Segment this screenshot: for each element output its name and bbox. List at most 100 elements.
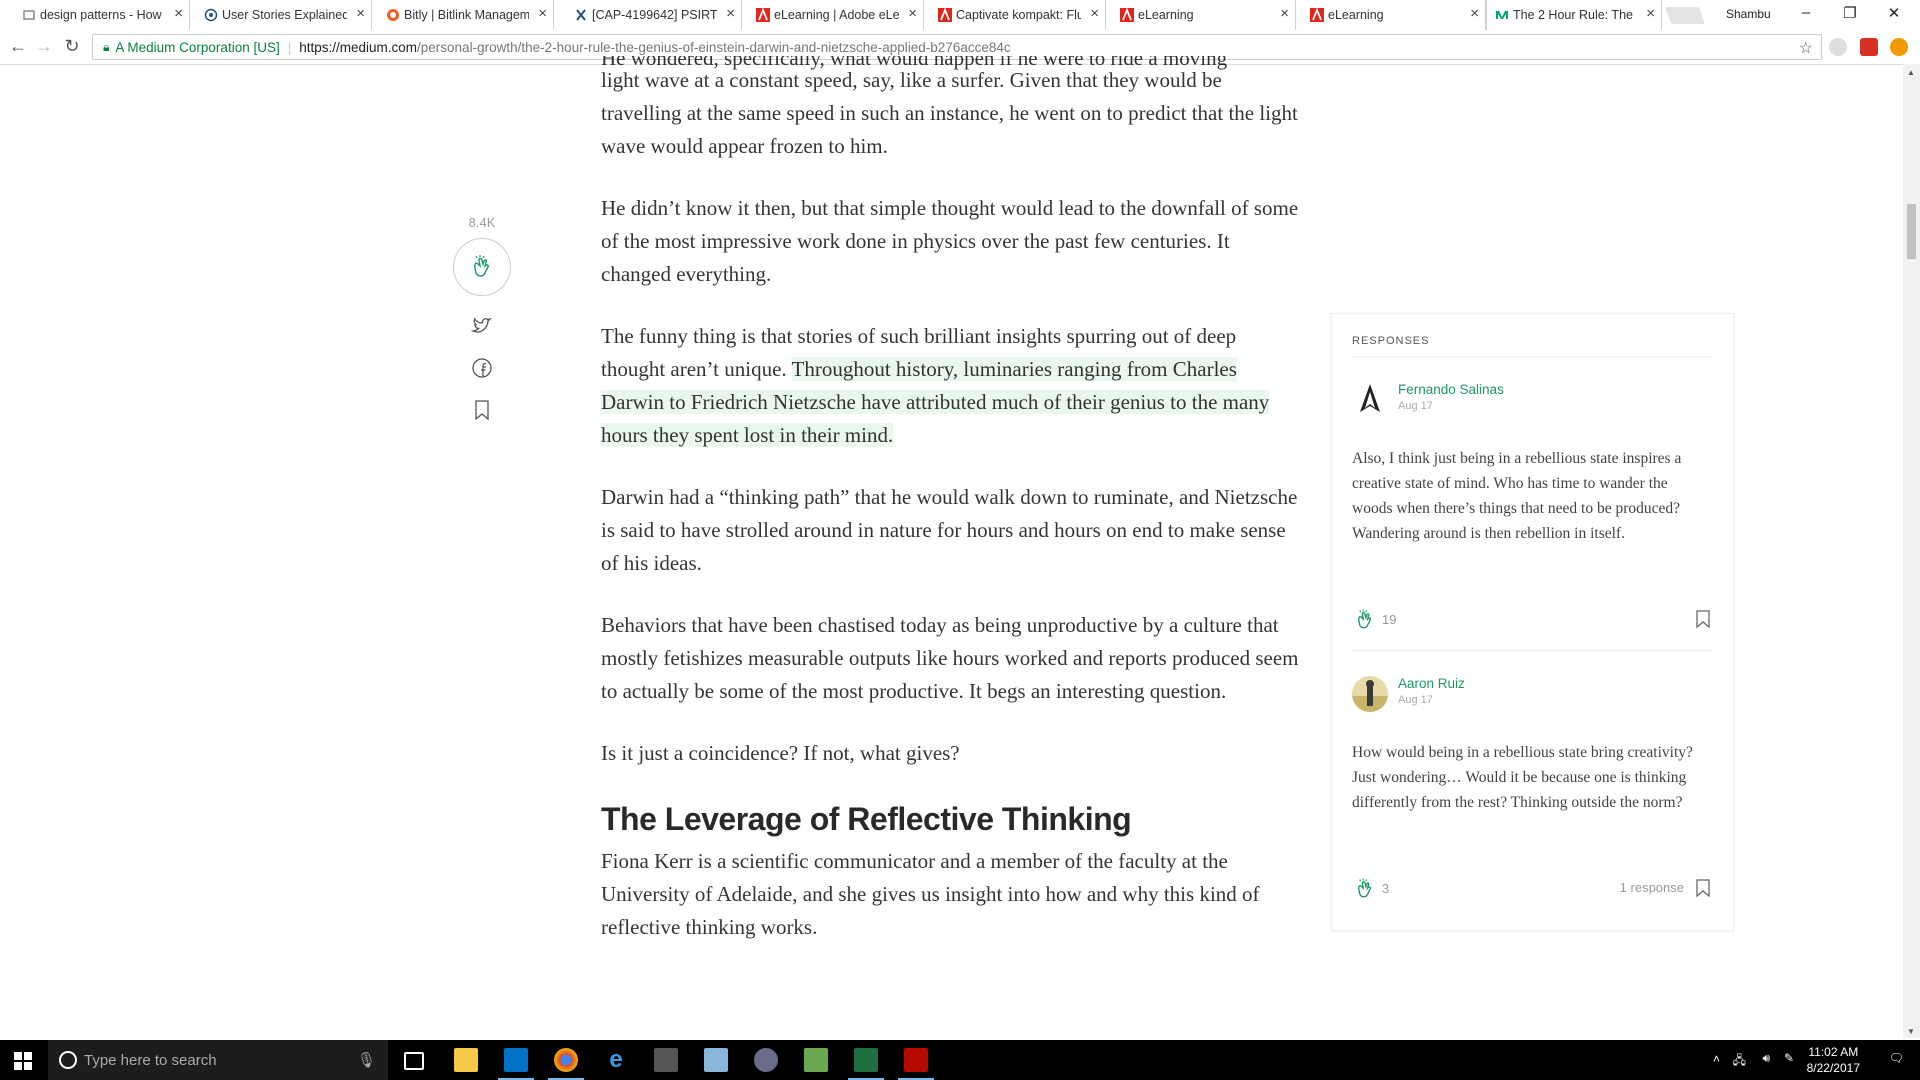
facebook-icon[interactable] — [470, 356, 494, 380]
tab-1[interactable]: User Stories Explained: × — [196, 0, 372, 30]
response-date[interactable]: Aug 17 — [1398, 694, 1433, 706]
tab-label: Bitly | Bitlink Managem — [404, 8, 529, 22]
close-tab-icon[interactable]: × — [356, 6, 365, 22]
volume-icon[interactable]: 🔊︎ — [1762, 1051, 1770, 1066]
paragraph: light wave at a constant speed, say, lik… — [601, 68, 1298, 158]
tab-label: design patterns - How — [40, 8, 162, 22]
tab-2[interactable]: Bitly | Bitlink Managem × — [378, 0, 554, 30]
avatar[interactable] — [1352, 676, 1388, 712]
response-item[interactable]: Fernando Salinas Aug 17 Also, I think ju… — [1352, 382, 1714, 629]
notifications-icon[interactable]: 🗨︎ — [1889, 1051, 1904, 1065]
paragraph: He didn’t know it then, but that simple … — [601, 196, 1299, 286]
responses-panel: RESPONSES Fernando Salinas Aug 17 Also, … — [1331, 313, 1734, 931]
tab-label: The 2 Hour Rule: The G — [1513, 8, 1637, 22]
clap-button[interactable] — [453, 238, 511, 296]
tab-label: eLearning — [1328, 8, 1384, 22]
adobe-icon — [756, 8, 770, 22]
back-icon[interactable]: ← — [6, 36, 30, 57]
close-tab-icon[interactable]: × — [174, 6, 183, 22]
response-author[interactable]: Aaron Ruiz — [1398, 676, 1465, 691]
close-tab-icon[interactable]: × — [1280, 6, 1289, 22]
edge-icon[interactable]: e — [604, 1048, 628, 1072]
bookmark-icon[interactable] — [470, 398, 494, 422]
bookmark-star-icon[interactable]: ☆ — [1799, 38, 1813, 58]
clap-icon[interactable] — [1352, 607, 1378, 633]
tab-8-active[interactable]: The 2 Hour Rule: The G × — [1486, 0, 1662, 30]
network-icon[interactable]: 🖧︎ — [1733, 1051, 1746, 1072]
share-sidebar: 8.4K — [452, 215, 512, 422]
tab-4[interactable]: eLearning | Adobe eLea × — [748, 0, 924, 30]
extension-icon[interactable] — [1860, 38, 1878, 56]
acrobat-icon[interactable] — [898, 1048, 934, 1080]
java-icon[interactable] — [704, 1048, 728, 1072]
file-explorer-icon[interactable] — [454, 1048, 478, 1072]
windows-start-icon[interactable] — [14, 1052, 32, 1070]
response-item[interactable]: Aaron Ruiz Aug 17 How would being in a r… — [1352, 676, 1714, 898]
scroll-down-icon[interactable]: ▼ — [1907, 1027, 1915, 1036]
tab-label: eLearning — [1138, 8, 1194, 22]
tab-5[interactable]: Captivate kompakt: Flu × — [930, 0, 1106, 30]
tab-6[interactable]: eLearning × — [1112, 0, 1296, 30]
scroll-thumb[interactable] — [1907, 204, 1916, 259]
extension-icon[interactable] — [1890, 38, 1908, 56]
microphone-icon[interactable]: 🎙︎ — [357, 1051, 376, 1069]
adobe-icon — [938, 8, 952, 22]
close-window-icon[interactable]: ✕ — [1874, 4, 1914, 22]
scroll-up-icon[interactable]: ▲ — [1907, 68, 1915, 77]
show-hidden-icon[interactable]: ˄ — [1713, 1052, 1720, 1066]
new-tab-button[interactable] — [1664, 7, 1706, 24]
restore-icon[interactable]: ❐ — [1830, 4, 1870, 22]
close-tab-icon[interactable]: × — [726, 6, 735, 22]
notepad-icon[interactable] — [804, 1048, 828, 1072]
outlook-icon[interactable] — [498, 1048, 534, 1080]
response-date[interactable]: Aug 17 — [1398, 400, 1433, 412]
bookmark-icon[interactable] — [1694, 609, 1712, 629]
close-tab-icon[interactable]: × — [538, 6, 547, 22]
excel-icon[interactable] — [848, 1048, 884, 1080]
responses-header: RESPONSES — [1352, 335, 1430, 347]
taskbar: Type here to search 🎙︎ e ˄ 🖧︎ 🔊︎ ✎ 11:02… — [0, 1040, 1920, 1080]
scrollbar[interactable]: ▲ ▼ — [1903, 64, 1920, 1038]
tab-label: Captivate kompakt: Flu — [956, 8, 1081, 22]
pen-icon[interactable]: ✎ — [1784, 1051, 1794, 1065]
separator: | — [287, 39, 292, 55]
bitly-icon — [387, 9, 399, 21]
minimize-icon[interactable]: – — [1786, 4, 1826, 21]
close-tab-icon[interactable]: × — [1090, 6, 1099, 22]
avatar[interactable] — [1356, 382, 1384, 418]
forward-icon[interactable]: → — [32, 36, 56, 57]
jira-icon — [576, 9, 586, 21]
chrome-icon[interactable] — [548, 1048, 584, 1080]
profile-name[interactable]: Shambu — [1726, 7, 1771, 21]
clap-icon[interactable] — [1352, 876, 1378, 902]
divider — [1352, 356, 1714, 357]
taskbar-search[interactable]: Type here to search 🎙︎ — [48, 1040, 388, 1080]
clock[interactable]: 11:02 AM 8/22/2017 — [1807, 1044, 1860, 1076]
search-placeholder: Type here to search — [84, 1051, 217, 1069]
tab-3[interactable]: [CAP-4199642] PSIRT re × — [566, 0, 742, 30]
twitter-icon[interactable] — [470, 314, 494, 338]
calculator-icon[interactable] — [654, 1048, 678, 1072]
clap-count: 19 — [1382, 612, 1397, 627]
tab-7[interactable]: eLearning × — [1302, 0, 1486, 30]
reload-icon[interactable]: ↻ — [60, 36, 84, 57]
url-host: https://medium.com — [299, 39, 418, 55]
paragraph: Is it just a coincidence? If not, what g… — [601, 741, 960, 765]
close-tab-icon[interactable]: × — [1646, 6, 1655, 22]
response-author[interactable]: Fernando Salinas — [1398, 382, 1504, 397]
close-tab-icon[interactable]: × — [908, 6, 917, 22]
extension-icon[interactable] — [1829, 38, 1847, 56]
tab-strip: design patterns - How × User Stories Exp… — [0, 0, 1920, 30]
clap-count: 8.4K — [468, 215, 496, 230]
paragraph: Darwin had a “thinking path” that he wou… — [601, 485, 1298, 575]
response-body[interactable]: How would being in a rebellious state br… — [1352, 740, 1702, 815]
app-icon[interactable] — [754, 1048, 778, 1072]
response-count-link[interactable]: 1 response — [1620, 880, 1684, 895]
close-tab-icon[interactable]: × — [1470, 6, 1479, 22]
clock-date: 8/22/2017 — [1806, 1061, 1860, 1075]
bookmark-icon[interactable] — [1694, 878, 1712, 898]
clap-count: 3 — [1382, 881, 1390, 896]
response-body[interactable]: Also, I think just being in a rebellious… — [1352, 446, 1702, 546]
task-view-icon[interactable] — [404, 1052, 424, 1070]
tab-0[interactable]: design patterns - How × — [14, 0, 190, 30]
